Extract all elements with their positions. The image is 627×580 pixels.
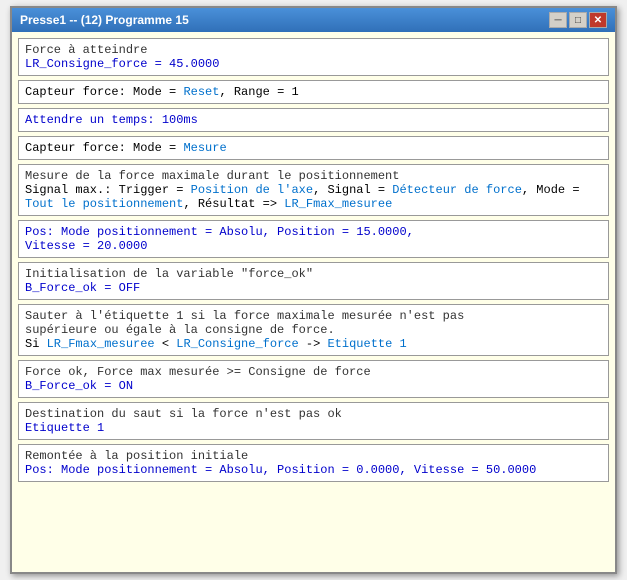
block-code: Attendre un temps: 100ms xyxy=(25,113,602,127)
block-code: LR_Consigne_force = 45.0000 xyxy=(25,57,602,71)
block-comment: Force ok, Force max mesurée >= Consigne … xyxy=(25,365,602,379)
main-window: Presse1 -- (12) Programme 15 ─ □ ✕ Force… xyxy=(10,6,617,574)
block-init-force-ok: Initialisation de la variable "force_ok"… xyxy=(18,262,609,300)
window-title: Presse1 -- (12) Programme 15 xyxy=(20,13,189,27)
block-force-consigne: Force à atteindre LR_Consigne_force = 45… xyxy=(18,38,609,76)
restore-button[interactable]: □ xyxy=(569,12,587,28)
block-capteur-reset: Capteur force: Mode = Reset, Range = 1 xyxy=(18,80,609,104)
block-sauter: Sauter à l'étiquette 1 si la force maxim… xyxy=(18,304,609,356)
block-remontee: Remontée à la position initiale Pos: Mod… xyxy=(18,444,609,482)
titlebar-buttons: ─ □ ✕ xyxy=(549,12,607,28)
block-pos-15: Pos: Mode positionnement = Absolu, Posit… xyxy=(18,220,609,258)
block-attendre: Attendre un temps: 100ms xyxy=(18,108,609,132)
block-code: Si LR_Fmax_mesuree < LR_Consigne_force -… xyxy=(25,337,602,351)
block-code: B_Force_ok = OFF xyxy=(25,281,602,295)
block-comment: Force à atteindre xyxy=(25,43,602,57)
block-code: Pos: Mode positionnement = Absolu, Posit… xyxy=(25,225,602,253)
block-code: Etiquette 1 xyxy=(25,421,602,435)
block-code: Capteur force: Mode = Mesure xyxy=(25,141,602,155)
block-code: B_Force_ok = ON xyxy=(25,379,602,393)
block-code: Pos: Mode positionnement = Absolu, Posit… xyxy=(25,463,602,477)
block-destination-saut: Destination du saut si la force n'est pa… xyxy=(18,402,609,440)
block-code: Capteur force: Mode = Reset, Range = 1 xyxy=(25,85,602,99)
content-area: Force à atteindre LR_Consigne_force = 45… xyxy=(12,32,615,572)
block-signal-max: Mesure de la force maximale durant le po… xyxy=(18,164,609,216)
block-comment: Mesure de la force maximale durant le po… xyxy=(25,169,602,183)
block-comment: Remontée à la position initiale xyxy=(25,449,602,463)
block-force-ok-on: Force ok, Force max mesurée >= Consigne … xyxy=(18,360,609,398)
block-capteur-mesure: Capteur force: Mode = Mesure xyxy=(18,136,609,160)
titlebar: Presse1 -- (12) Programme 15 ─ □ ✕ xyxy=(12,8,615,32)
block-comment: Sauter à l'étiquette 1 si la force maxim… xyxy=(25,309,602,337)
close-button[interactable]: ✕ xyxy=(589,12,607,28)
block-code: Signal max.: Trigger = Position de l'axe… xyxy=(25,183,602,211)
block-comment: Initialisation de la variable "force_ok" xyxy=(25,267,602,281)
minimize-button[interactable]: ─ xyxy=(549,12,567,28)
block-comment: Destination du saut si la force n'est pa… xyxy=(25,407,602,421)
